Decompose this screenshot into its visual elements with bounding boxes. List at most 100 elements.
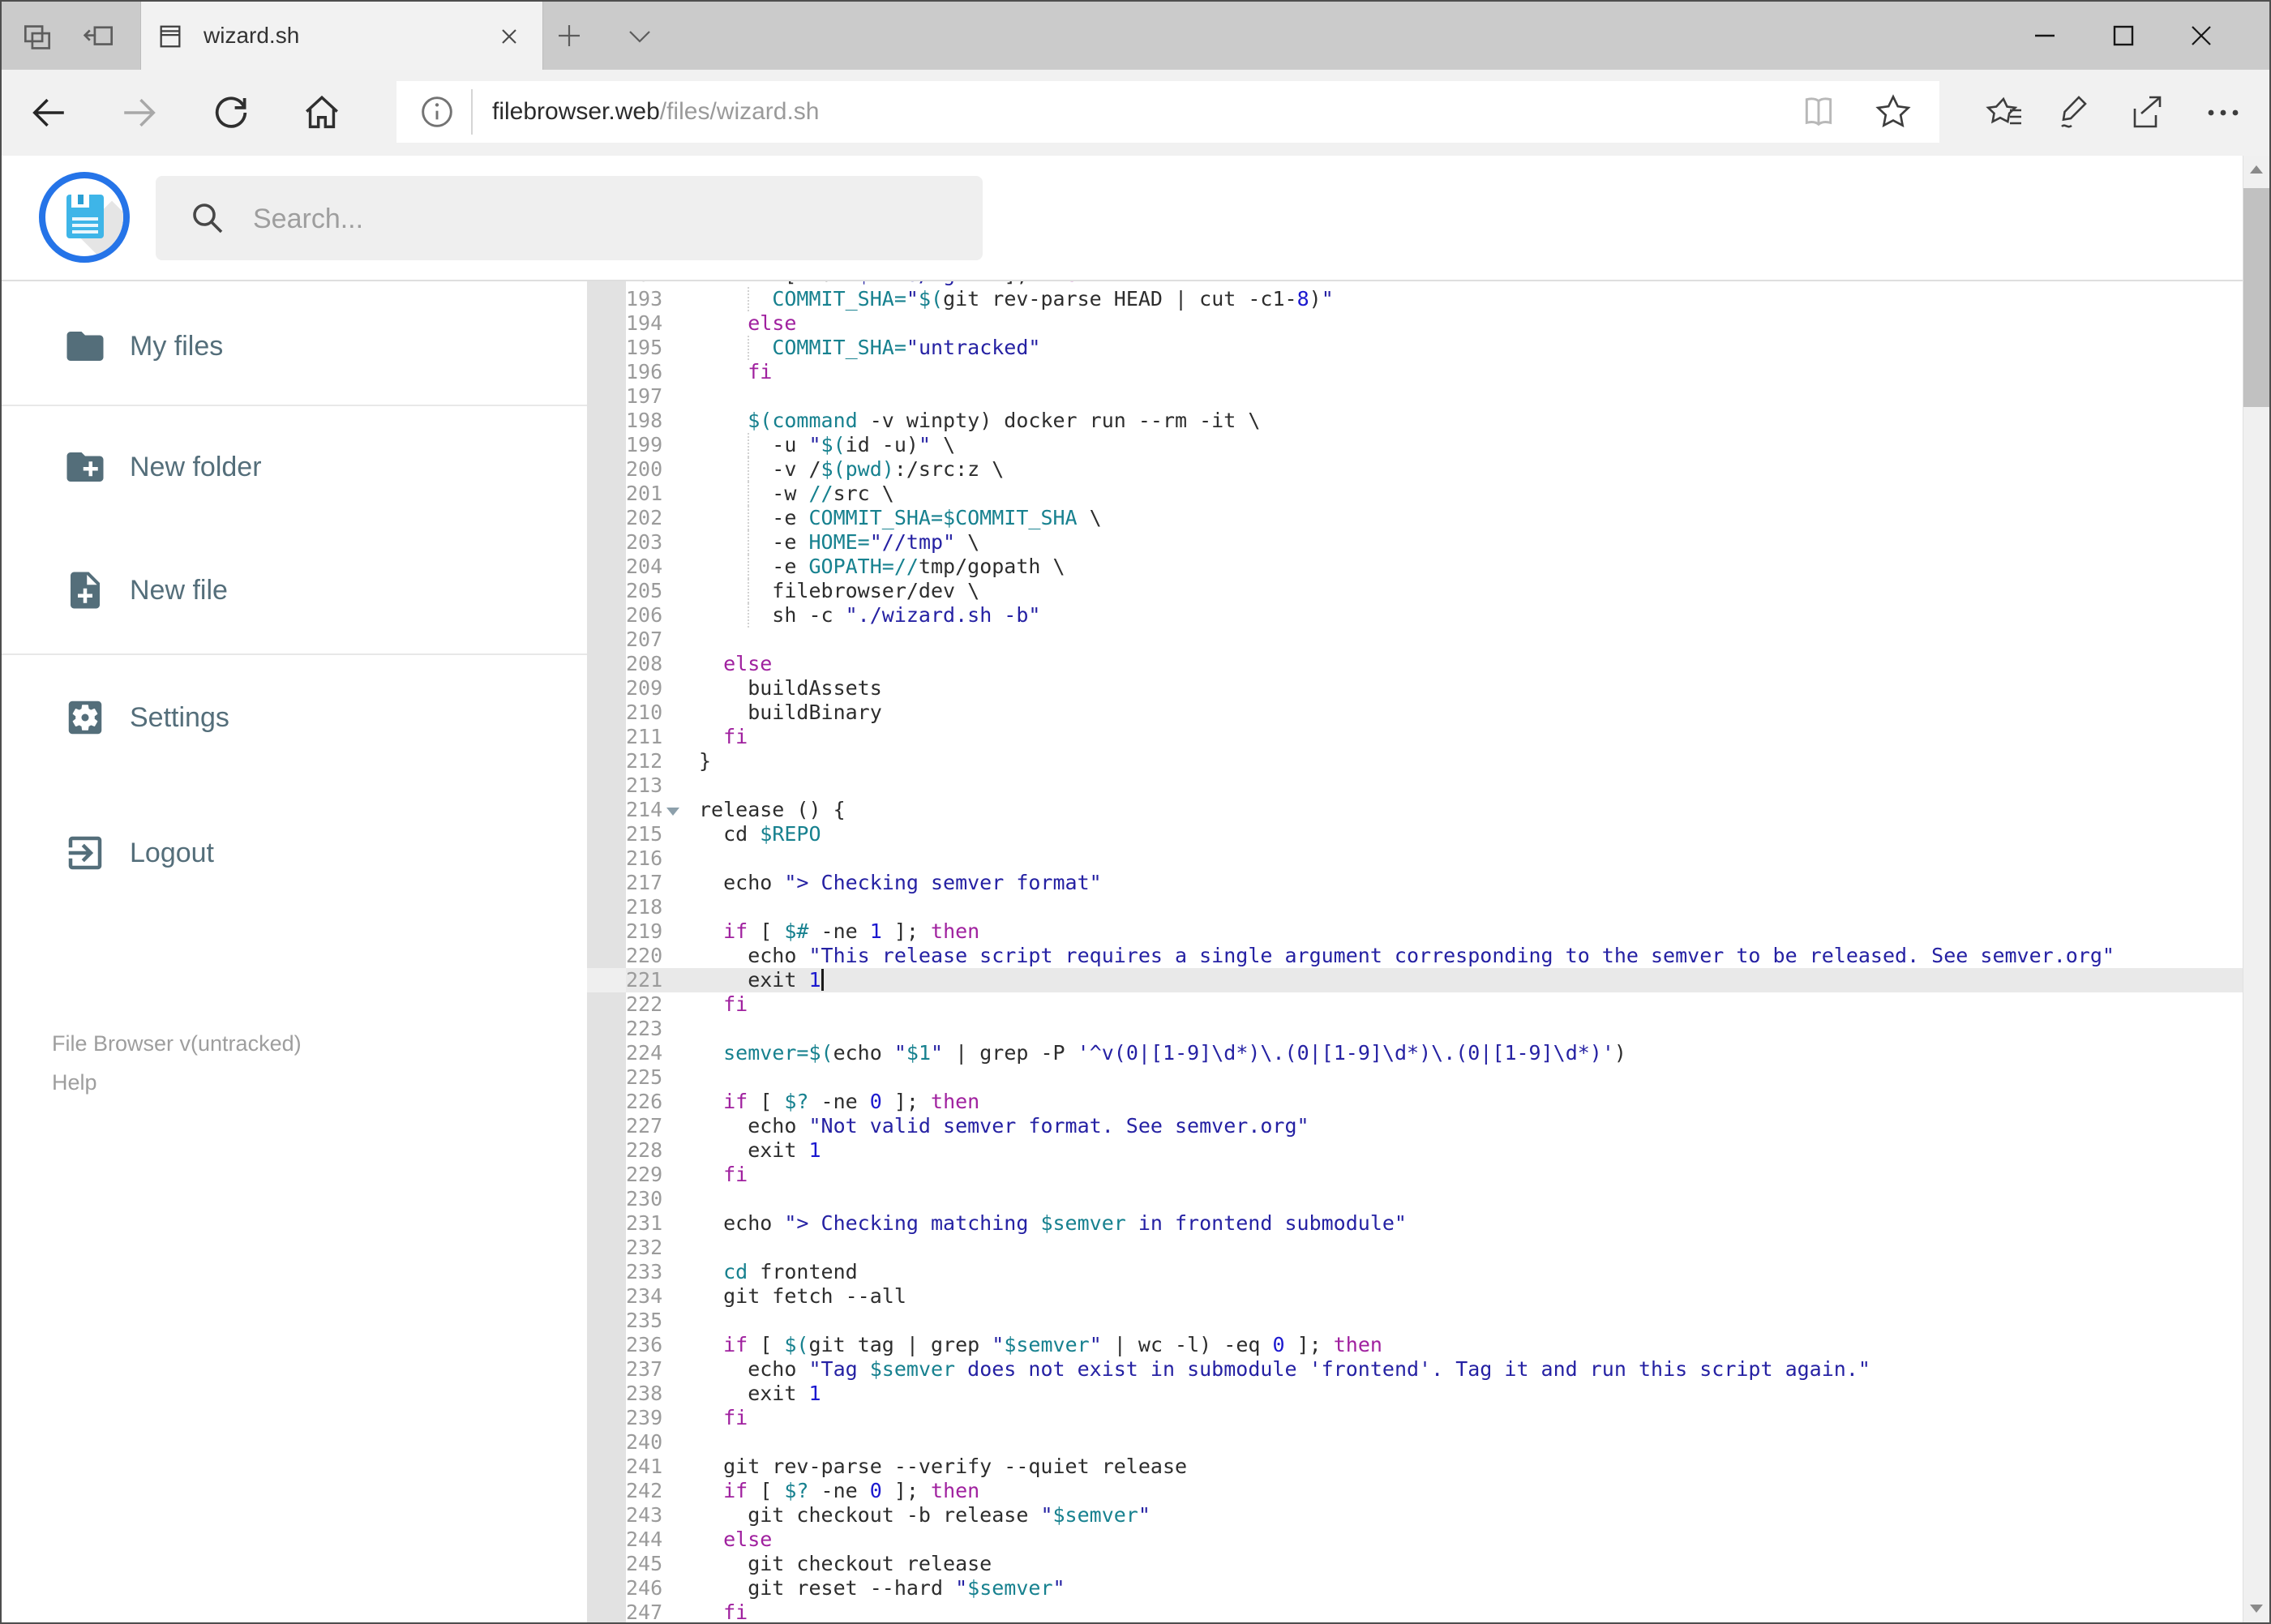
fold-gutter [662, 555, 683, 579]
web-notes-pen-icon[interactable] [2054, 91, 2097, 135]
url-text[interactable]: filebrowser.web/files/wizard.sh [492, 81, 820, 143]
code-line[interactable]: 224 semver=$(echo "$1" | grep -P '^v(0|[… [626, 1041, 2243, 1065]
forward-button[interactable] [110, 84, 169, 142]
code-line[interactable]: 237 echo "Tag $semver does not exist in … [626, 1357, 2243, 1382]
share-page-icon[interactable] [2125, 91, 2169, 135]
code-line[interactable]: 229 fi [626, 1163, 2243, 1187]
code-line[interactable]: 245 git checkout release [626, 1552, 2243, 1576]
sidebar-item-settings[interactable]: Settings [2, 673, 587, 762]
code-line[interactable]: 236 if [ $(git tag | grep "$semver" | wc… [626, 1333, 2243, 1357]
scroll-up-arrow[interactable] [2250, 165, 2263, 174]
maximize-button[interactable] [2085, 2, 2162, 70]
code-line[interactable]: 226 if [ $? -ne 0 ]; then [626, 1090, 2243, 1114]
code-line[interactable]: 210 buildBinary [626, 701, 2243, 725]
code-line[interactable]: 221 exit 1 [626, 968, 2243, 992]
tabs-preview-icon[interactable] [82, 19, 118, 52]
code-line[interactable]: 219 if [ $# -ne 1 ]; then [626, 919, 2243, 944]
fold-gutter [662, 968, 683, 992]
code-line[interactable]: 209 buildAssets [626, 676, 2243, 701]
sidebar-item-my-files[interactable]: My files [2, 302, 587, 391]
set-tabs-aside-icon[interactable] [19, 19, 55, 52]
filebrowser-logo[interactable] [39, 172, 130, 263]
help-link[interactable]: Help [52, 1070, 97, 1095]
code-line[interactable]: 225 [626, 1065, 2243, 1090]
search-input[interactable] [251, 176, 952, 262]
code-line[interactable]: 241 git rev-parse --verify --quiet relea… [626, 1455, 2243, 1479]
code-line[interactable]: 197 [626, 384, 2243, 409]
sidebar-item-new-file[interactable]: New file [2, 546, 587, 635]
code-line[interactable]: 244 else [626, 1528, 2243, 1552]
sidebar-item-new-folder[interactable]: New folder [2, 422, 587, 512]
code-line[interactable]: 200 -v /$(pwd):/src:z \ [626, 457, 2243, 482]
code-line[interactable]: 233 cd frontend [626, 1260, 2243, 1284]
line-number: 200 [626, 457, 663, 481]
code-line[interactable]: 205 filebrowser/dev \ [626, 579, 2243, 603]
code-line[interactable]: 202 -e COMMIT_SHA=$COMMIT_SHA \ [626, 506, 2243, 530]
new-tab-button[interactable] [555, 21, 584, 50]
code-text: filebrowser/dev \ [699, 579, 980, 602]
code-line[interactable]: 235 [626, 1309, 2243, 1333]
code-line[interactable]: 216 [626, 846, 2243, 871]
code-line[interactable]: 227 echo "Not valid semver format. See s… [626, 1114, 2243, 1138]
tab-close-icon[interactable] [496, 24, 522, 49]
tab-list-chevron-icon[interactable] [624, 24, 655, 49]
back-button[interactable] [19, 84, 78, 142]
page-scrollbar[interactable] [2243, 156, 2269, 1622]
code-line[interactable]: 222 fi [626, 992, 2243, 1017]
scroll-down-arrow[interactable] [2250, 1605, 2263, 1613]
code-line[interactable]: 193 COMMIT_SHA="$(git rev-parse HEAD | c… [626, 287, 2243, 311]
favorite-star-icon[interactable] [1874, 92, 1913, 131]
code-line[interactable]: 203 -e HOME="//tmp" \ [626, 530, 2243, 555]
code-line[interactable]: 194 else [626, 311, 2243, 336]
browser-tab[interactable]: wizard.sh [140, 2, 543, 70]
code-line[interactable]: 230 [626, 1187, 2243, 1211]
code-line[interactable]: 246 git reset --hard "$semver" [626, 1576, 2243, 1600]
code-line[interactable]: 243 git checkout -b release "$semver" [626, 1503, 2243, 1528]
code-line[interactable]: 232 [626, 1236, 2243, 1260]
fold-arrow-icon[interactable] [666, 808, 679, 816]
code-line[interactable]: 220 echo "This release script requires a… [626, 944, 2243, 968]
code-line[interactable]: 247 fi [626, 1600, 2243, 1622]
code-line[interactable]: 199 -u "$(id -u)" \ [626, 433, 2243, 457]
code-line[interactable]: 208 else [626, 652, 2243, 676]
code-line[interactable]: 198 $(command -v winpty) docker run --rm… [626, 409, 2243, 433]
code-line[interactable]: 218 [626, 895, 2243, 919]
code-line[interactable]: 239 fi [626, 1406, 2243, 1430]
code-line[interactable]: 234 git fetch --all [626, 1284, 2243, 1309]
code-text: fi [723, 1163, 748, 1186]
code-line[interactable]: 240 [626, 1430, 2243, 1455]
code-line[interactable]: 204 -e GOPATH=//tmp/gopath \ [626, 555, 2243, 579]
code-line[interactable]: 228 exit 1 [626, 1138, 2243, 1163]
code-line[interactable]: 211 fi [626, 725, 2243, 749]
code-line[interactable]: 214 release () { [626, 798, 2243, 822]
refresh-button[interactable] [202, 84, 260, 142]
code-line[interactable]: 212} [626, 749, 2243, 773]
fold-gutter [662, 1503, 683, 1528]
code-editor[interactable]: 192 if [ -d "$REPO/.git" ]; then193 COMM… [626, 281, 2243, 1622]
browser-window: wizard.sh filebrowser.web/files/wizard.s… [0, 0, 2271, 1624]
sidebar-item-logout[interactable]: Logout [2, 808, 587, 898]
code-line[interactable]: 207 [626, 628, 2243, 652]
code-line[interactable]: 195 COMMIT_SHA="untracked" [626, 336, 2243, 360]
code-line[interactable]: 223 [626, 1017, 2243, 1041]
code-line[interactable]: 201 -w //src \ [626, 482, 2243, 506]
more-options-icon[interactable] [2201, 91, 2245, 135]
address-field[interactable]: filebrowser.web/files/wizard.sh [396, 81, 1939, 143]
reading-view-icon[interactable] [1799, 92, 1838, 131]
code-line[interactable]: 215 cd $REPO [626, 822, 2243, 846]
minimize-button[interactable] [2007, 2, 2083, 70]
code-line[interactable]: 242 if [ $? -ne 0 ]; then [626, 1479, 2243, 1503]
code-line[interactable]: 217 echo "> Checking semver format" [626, 871, 2243, 895]
code-line[interactable]: 192 if [ -d "$REPO/.git" ]; then [626, 281, 2243, 287]
home-button[interactable] [293, 84, 351, 142]
close-window-button[interactable] [2163, 2, 2239, 70]
code-line[interactable]: 231 echo "> Checking matching $semver in… [626, 1211, 2243, 1236]
code-line[interactable]: 213 [626, 773, 2243, 798]
code-line[interactable]: 238 exit 1 [626, 1382, 2243, 1406]
code-line[interactable]: 196 fi [626, 360, 2243, 384]
code-line[interactable]: 206 sh -c "./wizard.sh -b" [626, 603, 2243, 628]
hub-favorites-icon[interactable] [1982, 91, 2026, 135]
site-info-icon[interactable] [418, 92, 456, 131]
scrollbar-thumb[interactable] [2243, 188, 2269, 407]
